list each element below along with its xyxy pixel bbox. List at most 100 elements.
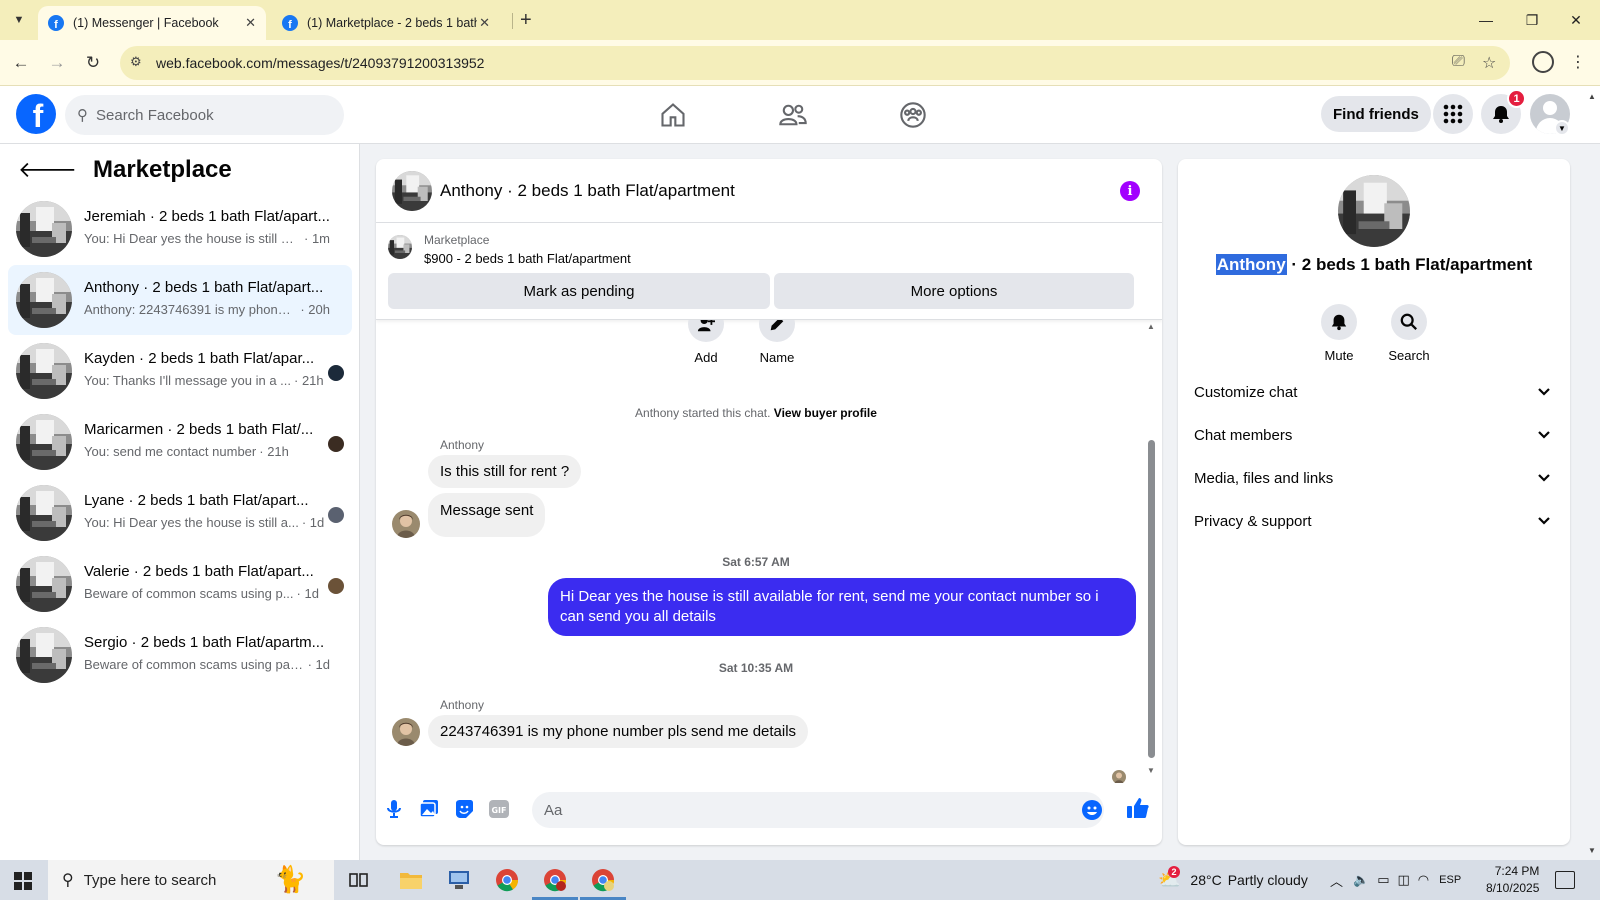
emoji-icon[interactable] [1082,800,1102,820]
tab-title: (1) Marketplace - 2 beds 1 bath [307,16,477,30]
mark-as-pending-button[interactable]: Mark as pending [388,273,770,309]
mute-action[interactable]: Mute [1309,304,1369,363]
site-settings-icon[interactable]: ⚙ [130,54,142,70]
incoming-message[interactable]: Is this still for rent ? [428,455,582,488]
details-section-row[interactable]: Privacy & support [1194,501,1554,541]
browser-menu-icon[interactable]: ⋮ [1570,52,1586,72]
volume-icon[interactable]: 🔈 [1353,872,1369,888]
view-buyer-profile-link[interactable]: View buyer profile [774,406,877,420]
search-input[interactable] [96,106,316,124]
message-input[interactable] [532,792,1104,828]
chat-header: Anthony · 2 beds 1 bath Flat/apartment i [376,159,1162,223]
back-icon[interactable]: ← [8,50,34,76]
home-icon[interactable] [658,100,688,130]
details-avatar[interactable] [1338,175,1410,247]
chrome-active-icon[interactable] [580,865,626,900]
restore-icon[interactable]: ❐ [1512,6,1552,34]
search-action[interactable]: Search [1379,304,1439,363]
taskbar-clock[interactable]: 7:24 PM 8/10/2025 [1486,863,1539,897]
account-chevron-icon[interactable]: ▼ [1554,120,1570,136]
battery-icon[interactable]: ▭ [1377,872,1389,888]
conversation-item[interactable]: Sergio · 2 beds 1 bath Flat/apartm... Bew… [8,620,352,690]
clock-date: 8/10/2025 [1486,881,1540,895]
reload-icon[interactable]: ↻ [80,50,106,76]
tray-chevron-icon[interactable]: ︿ [1330,871,1343,890]
task-view-icon[interactable] [344,865,374,895]
listing-price[interactable]: $900 - 2 beds 1 bath Flat/apartment [424,251,631,266]
page-scroll-down-icon[interactable]: ▼ [1588,846,1596,855]
install-app-icon[interactable]: ⎚ [1452,53,1465,71]
browser-profile-icon[interactable] [1532,51,1554,73]
listing-thumbnail[interactable] [388,235,412,259]
contact-avatar[interactable] [392,171,432,211]
bookmark-star-icon[interactable]: ☆ [1482,53,1496,73]
quick-name-action[interactable]: Name [759,320,795,365]
quick-add-action[interactable]: Add [688,320,724,365]
facebook-search[interactable]: ⚲ [65,95,344,135]
close-window-icon[interactable]: ✕ [1556,6,1596,34]
conversation-item[interactable]: Jeremiah · 2 beds 1 bath Flat/apart... Yo… [8,194,352,264]
close-tab-icon[interactable]: ✕ [245,15,256,31]
chat-scrollbar[interactable]: ▲ ▼ [1146,320,1156,783]
scroll-up-icon[interactable]: ▲ [1147,322,1155,331]
facebook-logo-icon[interactable]: f [16,94,56,134]
back-arrow-icon[interactable]: 🡐 [18,157,77,183]
add-person-icon[interactable] [688,320,724,342]
gif-icon[interactable]: GIF [487,797,511,821]
tab-search-chevron-icon[interactable]: ▼ [6,8,32,32]
incoming-message[interactable]: Message sent [428,493,546,537]
thumbs-up-icon[interactable] [1126,796,1152,822]
microphone-icon[interactable] [382,797,406,821]
conversation-item[interactable]: Lyane · 2 beds 1 bath Flat/apart... You: … [8,478,352,548]
conversation-item[interactable]: Valerie · 2 beds 1 bath Flat/apart... Bew… [8,549,352,619]
weather-widget[interactable]: ⛅ 2 28°C Partly cloudy [1158,860,1308,900]
incoming-message[interactable]: 2243746391 is my phone number pls send m… [428,715,809,748]
info-icon[interactable]: i [1120,181,1140,201]
new-tab-icon[interactable]: + [520,8,532,32]
photo-icon[interactable] [417,797,441,821]
scroll-down-icon[interactable]: ▼ [1147,766,1155,775]
chrome-icon[interactable] [492,865,522,895]
search-icon[interactable] [1391,304,1427,340]
chat-title[interactable]: Anthony · 2 beds 1 bath Flat/apartment [440,181,735,201]
meet-icon[interactable]: ◫ [1398,872,1410,888]
taskbar-search[interactable]: ⚲ Type here to search 🐈 [48,860,334,900]
menu-grid-icon[interactable] [1433,94,1473,134]
find-friends-button[interactable]: Find friends [1321,96,1431,132]
details-section-row[interactable]: Customize chat [1194,372,1554,412]
language-indicator[interactable]: ESP [1439,874,1461,886]
file-explorer-icon[interactable] [396,865,426,895]
wifi-icon[interactable]: ◠ [1418,872,1429,888]
seen-avatar [328,436,344,452]
forward-icon[interactable]: → [44,50,70,76]
page-scroll-up-icon[interactable]: ▲ [1588,92,1596,101]
conversation-item[interactable]: Maricarmen · 2 beds 1 bath Flat/... You: … [8,407,352,477]
action-center-icon[interactable] [1555,871,1575,889]
conversation-snippet-row: Anthony: 2243746391 is my phone n... · 20… [84,302,330,317]
minimize-icon[interactable]: — [1466,6,1506,34]
tab-marketplace[interactable]: f (1) Marketplace - 2 beds 1 bath ✕ [272,6,500,40]
sender-avatar[interactable] [392,510,420,538]
conversation-item[interactable]: Kayden · 2 beds 1 bath Flat/apar... You: … [8,336,352,406]
facebook-favicon-icon: f [48,15,64,31]
conversation-item[interactable]: Anthony · 2 beds 1 bath Flat/apart... Ant… [8,265,352,335]
scrollbar-thumb[interactable] [1148,440,1155,758]
outgoing-message[interactable]: Hi Dear yes the house is still available… [548,578,1136,636]
sender-avatar[interactable] [392,718,420,746]
details-section-row[interactable]: Media, files and links [1194,458,1554,498]
tab-messenger[interactable]: f (1) Messenger | Facebook ✕ [38,6,266,40]
groups-icon[interactable] [898,100,928,130]
network-app-icon[interactable] [444,865,474,895]
sticker-icon[interactable] [452,797,476,821]
close-tab-icon[interactable]: ✕ [479,15,490,31]
name-label: Name [759,350,795,365]
pencil-icon[interactable] [759,320,795,342]
system-tray: ︿ 🔈 ▭ ◫ ◠ ESP [1330,860,1461,900]
friends-icon[interactable] [778,100,808,130]
chrome-profile-icon[interactable] [532,865,578,900]
more-options-button[interactable]: More options [774,273,1134,309]
details-section-row[interactable]: Chat members [1194,415,1554,455]
bell-icon[interactable] [1321,304,1357,340]
url-field[interactable]: ⚙ web.facebook.com/messages/t/2409379120… [120,46,1510,80]
windows-start-icon[interactable] [14,872,32,890]
